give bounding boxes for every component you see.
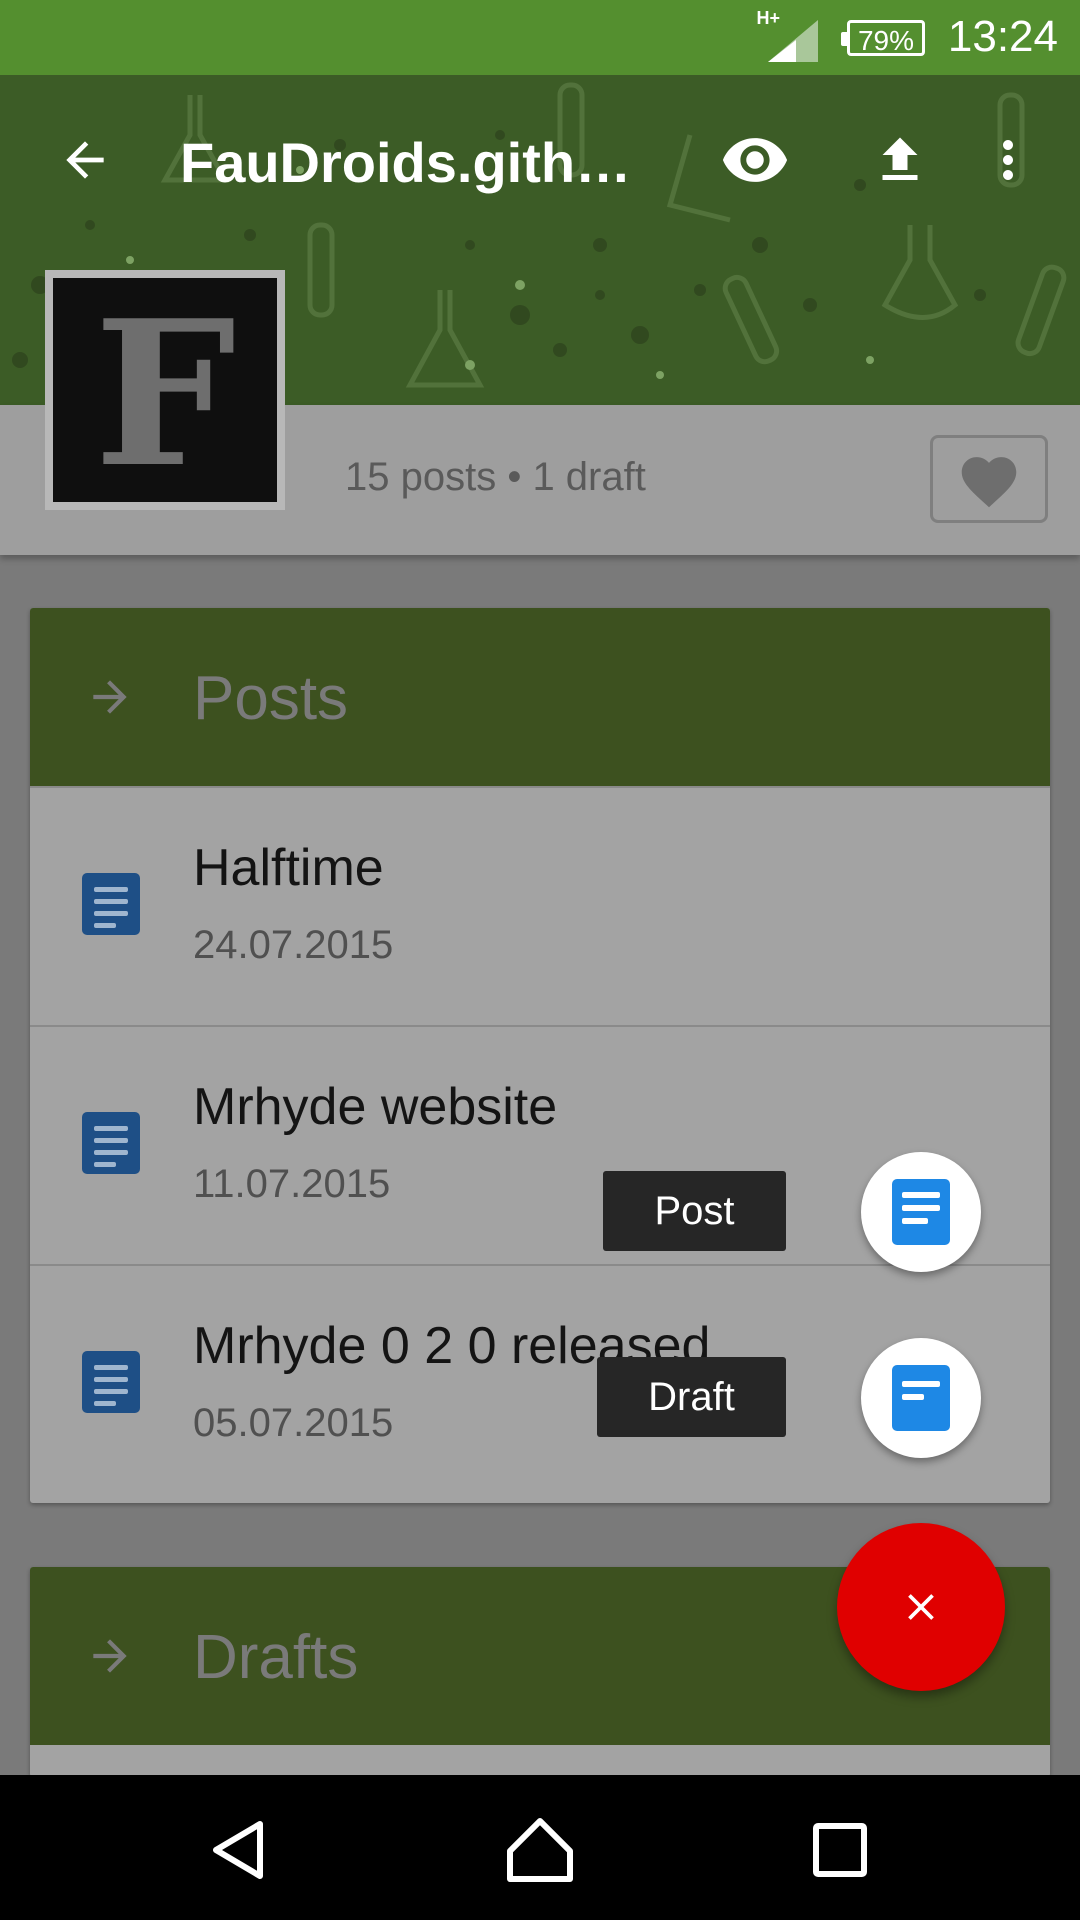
draft-document-icon: [892, 1365, 950, 1431]
post-date: 11.07.2015: [193, 1162, 391, 1206]
draft-fab-label: Draft: [597, 1357, 786, 1437]
new-post-button[interactable]: [861, 1152, 981, 1272]
upload-icon: [882, 137, 918, 180]
back-arrow-icon: [66, 141, 104, 179]
posts-header-label: Posts: [193, 664, 349, 733]
list-item[interactable]: Halftime 24.07.2015: [30, 786, 1050, 1025]
signal-icon: [768, 20, 818, 62]
system-nav-bar: [0, 1775, 1080, 1920]
document-icon: [82, 1351, 140, 1413]
preview-button[interactable]: [710, 115, 800, 205]
status-bar: H+ 79% 13:24: [0, 0, 1080, 75]
drafts-header-label: Drafts: [193, 1623, 359, 1692]
post-date: 24.07.2015: [193, 923, 394, 967]
heart-icon: [961, 457, 1017, 508]
nav-recents-button[interactable]: [790, 1800, 890, 1900]
overflow-menu-button[interactable]: [963, 115, 1053, 205]
back-button[interactable]: [40, 115, 130, 205]
post-document-icon: [892, 1179, 950, 1245]
recents-square-icon: [813, 1823, 867, 1877]
document-icon: [82, 1112, 140, 1174]
close-fab-button[interactable]: [837, 1523, 1005, 1691]
nav-back-button[interactable]: [190, 1800, 290, 1900]
nav-home-button[interactable]: [490, 1800, 590, 1900]
arrow-right-icon: [93, 680, 127, 714]
battery-indicator: 79%: [841, 20, 925, 56]
post-title: Halftime: [193, 839, 384, 897]
eye-icon: [722, 138, 788, 182]
clock: 13:24: [947, 12, 1058, 61]
publish-button[interactable]: [855, 115, 945, 205]
blog-avatar: F: [45, 270, 285, 510]
page-title: FauDroids.githu…: [180, 131, 650, 194]
post-date: 05.07.2015: [193, 1401, 394, 1445]
posts-header[interactable]: Posts: [30, 608, 1050, 786]
post-title: Mrhyde website: [193, 1078, 558, 1136]
post-count-text: 15 posts • 1 draft: [345, 455, 646, 499]
back-triangle-icon: [213, 1821, 263, 1879]
more-vert-icon: [1003, 140, 1013, 180]
avatar-letter: F: [94, 277, 236, 512]
favorite-button[interactable]: [930, 435, 1048, 523]
new-draft-button[interactable]: [861, 1338, 981, 1458]
home-icon: [507, 1818, 573, 1882]
document-icon: [82, 873, 140, 935]
post-fab-label: Post: [603, 1171, 786, 1251]
arrow-right-icon: [93, 1639, 127, 1673]
close-icon: [908, 1594, 934, 1620]
